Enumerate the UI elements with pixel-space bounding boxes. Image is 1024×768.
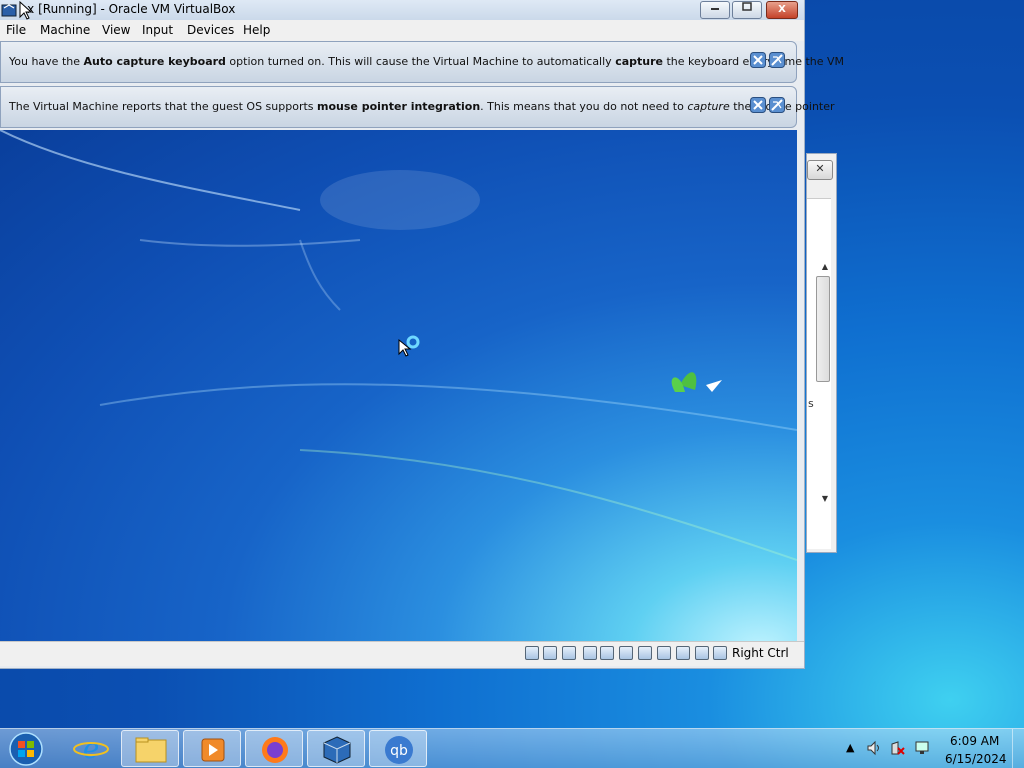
video-capture-icon[interactable] (657, 646, 671, 660)
close-icon: X (778, 4, 786, 15)
network-icon[interactable] (914, 740, 930, 756)
status-bar: Right Ctrl (0, 641, 804, 666)
taskbar-file-explorer[interactable] (121, 730, 179, 767)
firefox-icon (262, 737, 288, 763)
busy-cursor-icon (398, 335, 420, 357)
mute-notice-button[interactable] (769, 52, 785, 68)
background-window-text: s (808, 397, 814, 410)
clock-date[interactable]: 6/15/2024 (945, 752, 1007, 766)
show-desktop-button[interactable] (1012, 729, 1024, 768)
clock-time[interactable]: 6:09 AM (950, 734, 999, 748)
menu-bar: File Machine View Input Devices Help (0, 20, 804, 41)
host-key-icon[interactable] (713, 646, 727, 660)
close-icon[interactable]: ✕ (807, 160, 833, 180)
media-player-icon (201, 738, 225, 762)
volume-icon[interactable] (866, 740, 882, 756)
menu-help[interactable]: Help (243, 23, 270, 37)
usb-icon[interactable] (600, 646, 614, 660)
hard-disk-icon[interactable] (525, 646, 539, 660)
svg-text:e: e (83, 732, 100, 765)
background-window[interactable]: ✕ ▼ s ▲ ▼ (806, 153, 837, 553)
virtualbox-window: ex [Running] - Oracle VM VirtualBox X Fi… (0, 0, 844, 669)
close-button[interactable]: X (766, 1, 798, 19)
minimize-icon (711, 8, 719, 10)
maximize-button[interactable] (732, 1, 762, 19)
menu-input[interactable]: Input (142, 23, 173, 37)
taskbar-firefox[interactable] (245, 730, 303, 767)
taskbar-qbittorrent[interactable]: qb (369, 730, 427, 767)
taskbar: e qb ▲ 6:09 AM 6/15/2024 (0, 728, 1024, 768)
maximize-icon (742, 2, 752, 11)
mouse-integration-notice: The Virtual Machine reports that the gue… (0, 86, 835, 128)
scroll-down-icon[interactable]: ▼ (822, 494, 828, 503)
virtualbox-icon (323, 736, 351, 764)
cpu-icon[interactable] (676, 646, 690, 660)
vm-display[interactable] (0, 130, 797, 641)
shared-folder-icon[interactable] (619, 646, 633, 660)
taskbar-internet-explorer[interactable]: e (62, 730, 120, 767)
mute-notice-button[interactable] (769, 97, 785, 113)
audio-icon[interactable] (562, 646, 576, 660)
windows-logo-decoration (671, 372, 722, 392)
action-center-icon[interactable] (890, 740, 906, 756)
svg-text:qb: qb (390, 743, 408, 759)
start-button[interactable] (6, 731, 46, 767)
mouse-cursor-icon (19, 1, 33, 20)
window-title: ex [Running] - Oracle VM VirtualBox (20, 2, 236, 16)
menu-devices[interactable]: Devices (187, 23, 234, 37)
network-icon[interactable] (583, 646, 597, 660)
minimize-button[interactable] (700, 1, 730, 19)
mouse-integration-icon[interactable] (695, 646, 709, 660)
display-icon[interactable] (638, 646, 652, 660)
optical-drive-icon[interactable] (543, 646, 557, 660)
qbittorrent-icon: qb (385, 736, 413, 764)
menu-machine[interactable]: Machine (40, 23, 90, 37)
virtualbox-app-icon (1, 4, 17, 17)
taskbar-media-player[interactable] (183, 730, 241, 767)
scrollbar-thumb[interactable] (816, 276, 830, 382)
scroll-up-icon[interactable]: ▲ (822, 262, 828, 271)
notice-text: You have the Auto capture keyboard optio… (9, 55, 845, 68)
host-key-label: Right Ctrl (732, 646, 789, 660)
tray-chevron-icon[interactable]: ▲ (846, 741, 854, 754)
taskbar-virtualbox[interactable] (307, 730, 365, 767)
menu-view[interactable]: View (102, 23, 130, 37)
keyboard-capture-notice: You have the Auto capture keyboard optio… (0, 41, 844, 83)
guest-wallpaper (0, 130, 797, 561)
folder-icon (135, 737, 167, 763)
close-notice-button[interactable] (750, 97, 766, 113)
menu-file[interactable]: File (6, 23, 26, 37)
close-notice-button[interactable] (750, 52, 766, 68)
notice-text: The Virtual Machine reports that the gue… (9, 100, 835, 113)
internet-explorer-icon: e (73, 732, 109, 765)
title-bar[interactable]: ex [Running] - Oracle VM VirtualBox X (0, 0, 804, 20)
